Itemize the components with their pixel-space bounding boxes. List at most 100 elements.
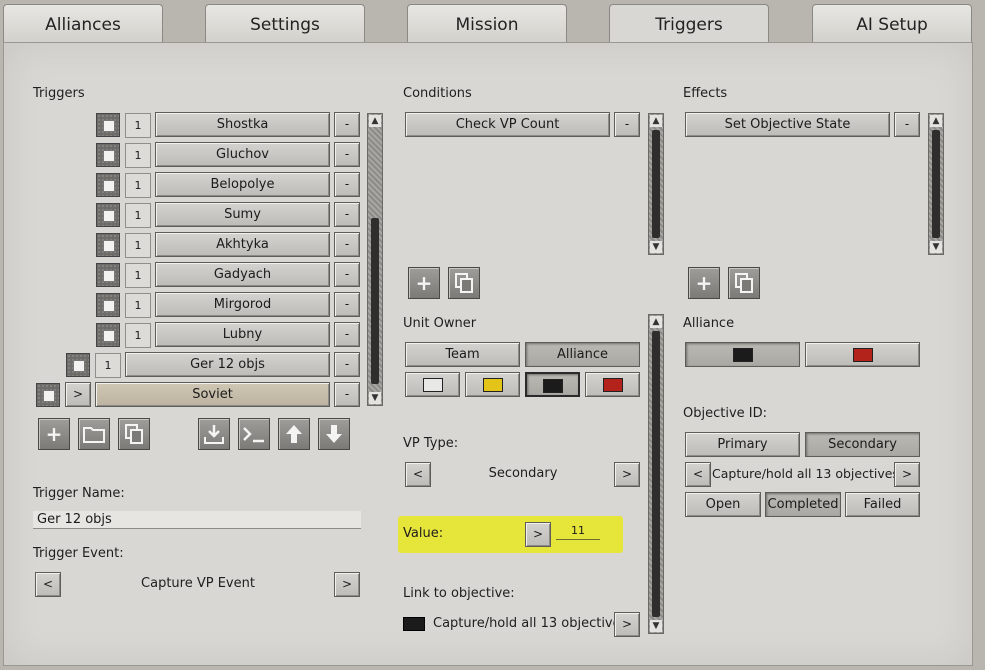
add-icon[interactable]: + — [688, 267, 720, 299]
objective-next-button[interactable]: > — [894, 462, 920, 487]
link-objective-value: Capture/hold all 13 objectives — [433, 616, 628, 631]
scroll-thumb[interactable] — [652, 331, 660, 617]
group-checkbox[interactable] — [36, 383, 60, 407]
state-failed-button[interactable]: Failed — [845, 492, 920, 517]
event-next-button[interactable]: > — [334, 572, 360, 597]
import-icon[interactable] — [198, 418, 230, 450]
scroll-thumb[interactable] — [652, 130, 660, 238]
trigger-item-belopolye[interactable]: Belopolye — [155, 172, 330, 197]
trigger-item-gadyach[interactable]: Gadyach — [155, 262, 330, 287]
value-input[interactable]: 11 — [556, 522, 600, 540]
remove-trigger-button[interactable]: - — [334, 262, 360, 287]
trigger-item-sumy[interactable]: Sumy — [155, 202, 330, 227]
state-open-button[interactable]: Open — [685, 492, 761, 517]
remove-condition-button[interactable]: - — [614, 112, 640, 137]
trigger-name-input[interactable]: Ger 12 objs — [33, 511, 361, 529]
trigger-checkbox[interactable] — [96, 113, 120, 137]
conditions-scrollbar[interactable]: ▲ ▼ — [648, 113, 664, 255]
objective-secondary-button[interactable]: Secondary — [805, 432, 920, 457]
owner-color-yellow-button[interactable] — [465, 372, 520, 397]
state-completed-button[interactable]: Completed — [765, 492, 841, 517]
add-icon[interactable]: + — [408, 267, 440, 299]
triggers-heading: Triggers — [33, 86, 85, 101]
trigger-item-mirgorod[interactable]: Mirgorod — [155, 292, 330, 317]
condition-params-scrollbar[interactable]: ▲ ▼ — [648, 314, 664, 634]
trigger-checkbox[interactable] — [96, 143, 120, 167]
vp-type-prev-button[interactable]: < — [405, 462, 431, 487]
tab-settings[interactable]: Settings — [205, 4, 365, 42]
scroll-up-icon[interactable]: ▲ — [650, 316, 662, 328]
remove-trigger-button[interactable]: - — [334, 232, 360, 257]
objective-value: Capture/hold all 13 objectives — [712, 466, 899, 481]
owner-team-button[interactable]: Team — [405, 342, 520, 367]
scroll-thumb[interactable] — [932, 130, 940, 238]
scroll-down-icon[interactable]: ▼ — [369, 392, 381, 404]
scroll-up-icon[interactable]: ▲ — [650, 115, 662, 127]
vp-type-next-button[interactable]: > — [614, 462, 640, 487]
scroll-thumb[interactable] — [371, 218, 379, 384]
arrow-down-icon[interactable] — [318, 418, 350, 450]
trigger-checkbox[interactable] — [96, 263, 120, 287]
owner-color-red-button[interactable] — [585, 372, 640, 397]
owner-color-black-button[interactable] — [525, 372, 580, 397]
trigger-group-soviet[interactable]: Soviet — [95, 382, 330, 407]
console-icon[interactable] — [238, 418, 270, 450]
trigger-checkbox[interactable] — [96, 323, 120, 347]
add-icon[interactable]: + — [38, 418, 70, 450]
remove-trigger-button[interactable]: - — [334, 292, 360, 317]
scroll-up-icon[interactable]: ▲ — [930, 115, 942, 127]
owner-alliance-button[interactable]: Alliance — [525, 342, 640, 367]
event-prev-button[interactable]: < — [35, 572, 61, 597]
value-next-button[interactable]: > — [525, 522, 551, 547]
tab-triggers[interactable]: Triggers — [609, 4, 769, 44]
effects-scrollbar[interactable]: ▲ ▼ — [928, 113, 944, 255]
scroll-down-icon[interactable]: ▼ — [650, 620, 662, 632]
expand-group-button[interactable]: > — [65, 382, 91, 407]
tab-alliances[interactable]: Alliances — [3, 4, 163, 42]
tab-ai-setup[interactable]: AI Setup — [812, 4, 972, 42]
scroll-down-icon[interactable]: ▼ — [930, 241, 942, 253]
folder-icon[interactable] — [78, 418, 110, 450]
trigger-checkbox[interactable] — [66, 353, 90, 377]
copy-icon[interactable] — [448, 267, 480, 299]
trigger-item-lubny[interactable]: Lubny — [155, 322, 330, 347]
remove-trigger-button[interactable]: - — [334, 142, 360, 167]
tab-mission[interactable]: Mission — [407, 4, 567, 42]
trigger-checkbox[interactable] — [96, 173, 120, 197]
remove-trigger-button[interactable]: - — [334, 172, 360, 197]
remove-trigger-button[interactable]: - — [334, 112, 360, 137]
remove-trigger-button[interactable]: - — [334, 322, 360, 347]
scroll-up-icon[interactable]: ▲ — [369, 115, 381, 127]
trigger-count: 1 — [125, 203, 151, 228]
trigger-name-label: Trigger Name: — [33, 486, 125, 501]
trigger-list-scrollbar[interactable]: ▲ ▼ — [367, 113, 383, 406]
remove-trigger-button[interactable]: - — [334, 352, 360, 377]
remove-trigger-button[interactable]: - — [334, 382, 360, 407]
scroll-down-icon[interactable]: ▼ — [650, 241, 662, 253]
remove-effect-button[interactable]: - — [894, 112, 920, 137]
color-swatch — [732, 347, 753, 362]
trigger-item-ger-12-objs[interactable]: Ger 12 objs — [125, 352, 330, 377]
trigger-item-akhtyka[interactable]: Akhtyka — [155, 232, 330, 257]
copy-icon[interactable] — [728, 267, 760, 299]
objective-prev-button[interactable]: < — [685, 462, 711, 487]
arrow-up-icon[interactable] — [278, 418, 310, 450]
trigger-checkbox[interactable] — [96, 203, 120, 227]
trigger-checkbox[interactable] — [96, 293, 120, 317]
trigger-checkbox[interactable] — [96, 233, 120, 257]
owner-color-white-button[interactable] — [405, 372, 460, 397]
unit-owner-label: Unit Owner — [403, 316, 477, 331]
alliance-black-button[interactable] — [685, 342, 800, 367]
trigger-item-shostka[interactable]: Shostka — [155, 112, 330, 137]
alliance-red-button[interactable] — [805, 342, 920, 367]
remove-trigger-button[interactable]: - — [334, 202, 360, 227]
trigger-item-gluchov[interactable]: Gluchov — [155, 142, 330, 167]
effect-item[interactable]: Set Objective State — [685, 112, 890, 137]
condition-item[interactable]: Check VP Count — [405, 112, 610, 137]
link-objective-next-button[interactable]: > — [614, 612, 640, 637]
copy-icon[interactable] — [118, 418, 150, 450]
trigger-count: 1 — [125, 263, 151, 288]
trigger-count: 1 — [125, 173, 151, 198]
trigger-count: 1 — [95, 353, 121, 378]
objective-primary-button[interactable]: Primary — [685, 432, 800, 457]
